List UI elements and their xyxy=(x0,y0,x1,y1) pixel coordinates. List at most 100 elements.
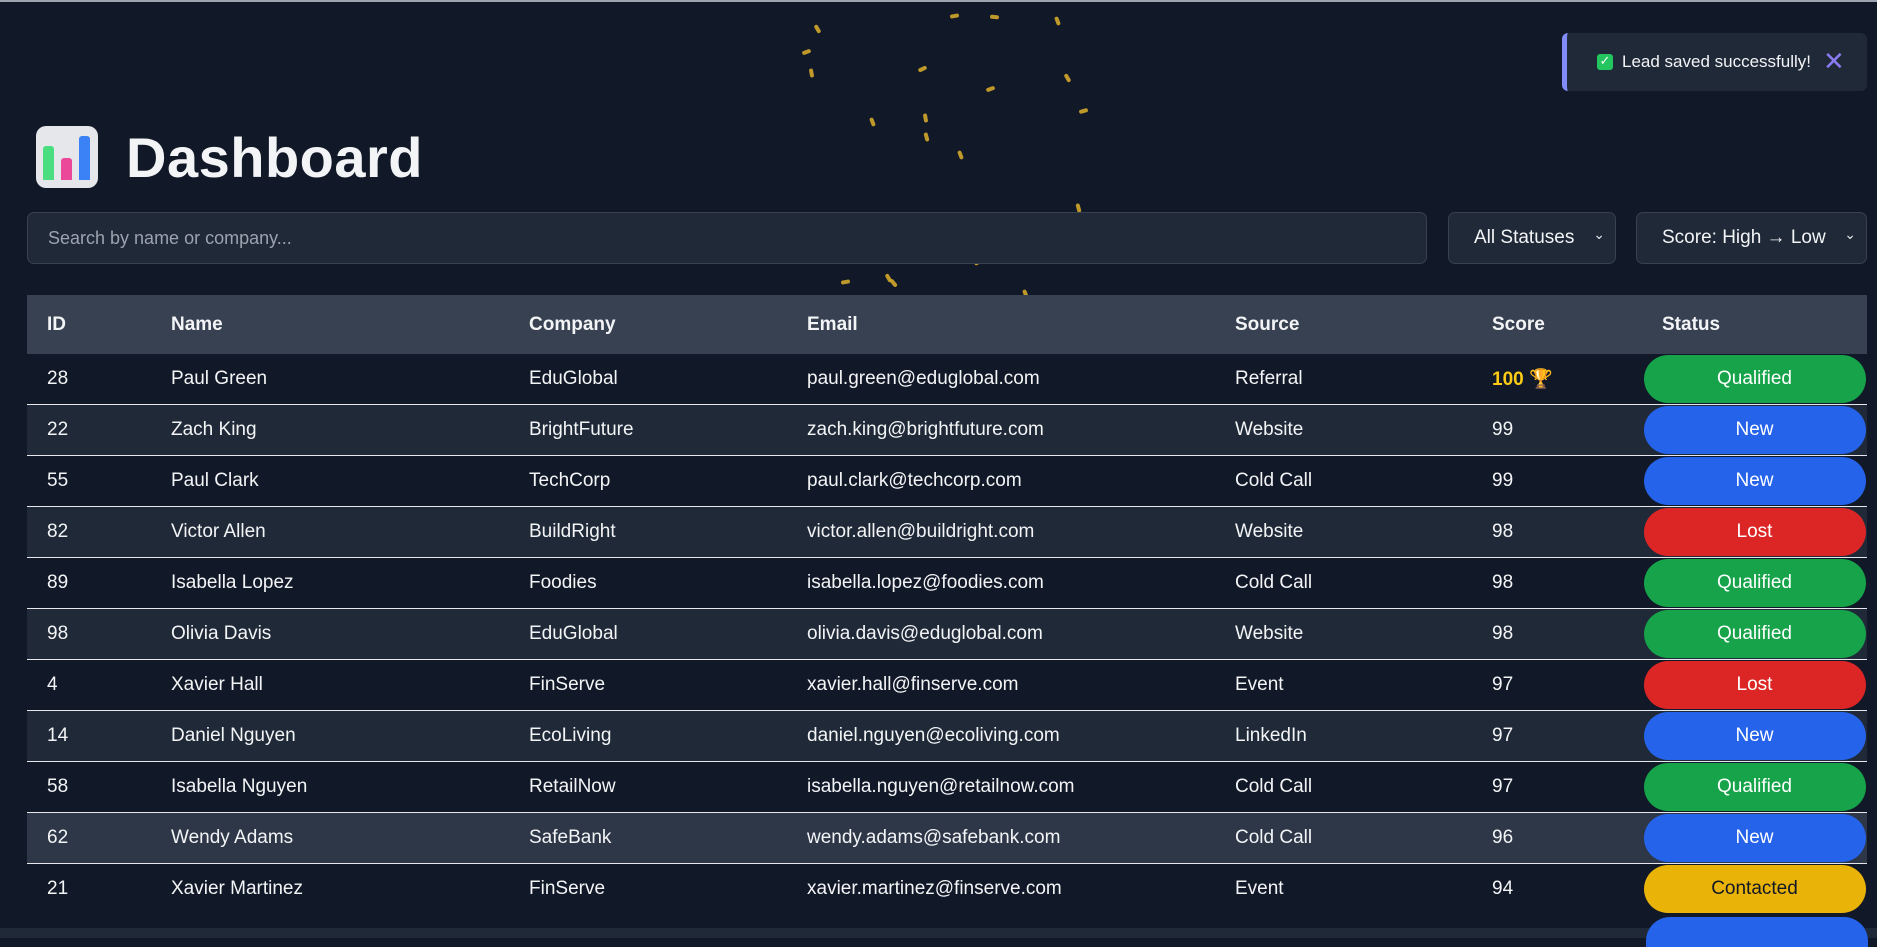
cell-score: 100 🏆 xyxy=(1492,369,1553,390)
table-row[interactable]: 4 Xavier Hall FinServe xavier.hall@finserve… xyxy=(27,659,1867,710)
toast-notification: ✓ Lead saved successfully! ✕ xyxy=(1562,33,1867,91)
status-pill xyxy=(1646,917,1868,947)
cell-company: FinServe xyxy=(529,878,606,899)
cell-status: Qualified xyxy=(1642,559,1867,607)
cell-status: Qualified xyxy=(1642,763,1867,811)
status-badge[interactable]: Lost xyxy=(1643,661,1866,709)
cell-email: isabella.nguyen@retailnow.com xyxy=(807,776,1075,797)
cell-id: 22 xyxy=(47,419,69,440)
sort-select[interactable]: Score: High → Low ⌄ xyxy=(1636,212,1867,264)
status-badge[interactable]: Qualified xyxy=(1643,763,1866,811)
status-badge[interactable]: Contacted xyxy=(1643,865,1866,913)
cell-id: 58 xyxy=(47,776,69,797)
status-badge[interactable]: New xyxy=(1643,457,1866,505)
status-badge[interactable]: New xyxy=(1643,406,1866,454)
table-row[interactable]: 58 Isabella Nguyen RetailNow isabella.nguye… xyxy=(27,761,1867,812)
cell-name: Olivia Davis xyxy=(171,623,272,644)
confetti-piece xyxy=(869,117,876,127)
cell-email: wendy.adams@safebank.com xyxy=(807,827,1061,848)
confetti-piece xyxy=(923,132,930,142)
column-header-source[interactable]: Source xyxy=(1215,314,1472,336)
confetti-piece xyxy=(1063,73,1072,83)
status-badge[interactable]: New xyxy=(1643,814,1866,862)
page-title: Dashboard xyxy=(126,125,423,189)
table-row[interactable]: 22 Zach King BrightFuture zach.king@brightf… xyxy=(27,404,1867,455)
status-badge[interactable]: Qualified xyxy=(1643,610,1866,658)
table-row[interactable]: 82 Victor Allen BuildRight victor.allen@bui… xyxy=(27,506,1867,557)
cell-source: Event xyxy=(1235,878,1284,899)
cell-id: 28 xyxy=(47,368,69,389)
column-header-name[interactable]: Name xyxy=(151,314,509,336)
cell-status: New xyxy=(1642,814,1867,862)
status-badge[interactable]: Qualified xyxy=(1643,559,1866,607)
cell-id: 4 xyxy=(47,674,58,695)
cell-name: Isabella Lopez xyxy=(171,572,294,593)
confetti-piece xyxy=(801,48,812,56)
cell-name: Victor Allen xyxy=(171,521,266,542)
cell-status: New xyxy=(1642,406,1867,454)
status-badge[interactable]: Lost xyxy=(1643,508,1866,556)
cell-company: EduGlobal xyxy=(529,368,618,389)
column-header-company[interactable]: Company xyxy=(509,314,787,336)
confetti-piece xyxy=(985,85,996,93)
cell-source: LinkedIn xyxy=(1235,725,1307,746)
table-row[interactable]: 98 Olivia Davis EduGlobal olivia.davis@edug… xyxy=(27,608,1867,659)
cell-name: Wendy Adams xyxy=(171,827,294,848)
sort-value: Score: High → Low xyxy=(1662,227,1826,248)
confetti-piece xyxy=(917,65,928,73)
status-filter-select[interactable]: All Statuses ⌄ xyxy=(1448,212,1616,264)
cell-source: Referral xyxy=(1235,368,1303,389)
cell-company: BuildRight xyxy=(529,521,616,542)
status-filter-value: All Statuses xyxy=(1474,227,1575,248)
column-header-id[interactable]: ID xyxy=(27,314,151,336)
search-input[interactable] xyxy=(27,212,1427,264)
checkmark-icon: ✓ xyxy=(1597,54,1613,70)
cell-email: isabella.lopez@foodies.com xyxy=(807,572,1044,593)
cell-company: BrightFuture xyxy=(529,419,634,440)
leads-table: ID Name Company Email Source Score Statu… xyxy=(27,295,1867,914)
column-header-score[interactable]: Score xyxy=(1472,314,1642,336)
cell-id: 21 xyxy=(47,878,69,899)
cell-source: Cold Call xyxy=(1235,776,1313,797)
confetti-piece xyxy=(957,150,964,160)
cell-status: Lost xyxy=(1642,508,1867,556)
cell-status: Qualified xyxy=(1642,355,1867,403)
table-row[interactable]: 89 Isabella Lopez Foodies isabella.lopez@fo… xyxy=(27,557,1867,608)
cell-source: Website xyxy=(1235,623,1304,644)
table-row[interactable]: 55 Paul Clark TechCorp paul.clark@techcorp.… xyxy=(27,455,1867,506)
cell-id: 82 xyxy=(47,521,69,542)
status-badge[interactable]: New xyxy=(1643,712,1866,760)
cell-email: olivia.davis@eduglobal.com xyxy=(807,623,1043,644)
table-row[interactable]: 21 Xavier Martinez FinServe xavier.martinez… xyxy=(27,863,1867,914)
confetti-piece xyxy=(1078,107,1089,115)
status-badge[interactable]: Qualified xyxy=(1643,355,1866,403)
cell-id: 14 xyxy=(47,725,69,746)
table-header: ID Name Company Email Source Score Statu… xyxy=(27,295,1867,354)
close-icon[interactable]: ✕ xyxy=(1823,49,1845,75)
cell-name: Isabella Nguyen xyxy=(171,776,308,797)
toast-message: Lead saved successfully! xyxy=(1622,52,1811,71)
table-row[interactable]: 28 Paul Green EduGlobal paul.green@edugloba… xyxy=(27,354,1867,404)
chevron-down-icon: ⌄ xyxy=(1844,227,1856,243)
table-row[interactable]: 14 Daniel Nguyen EcoLiving daniel.nguyen@ec… xyxy=(27,710,1867,761)
cell-status: New xyxy=(1642,457,1867,505)
cell-source: Website xyxy=(1235,521,1304,542)
confetti-piece xyxy=(949,13,960,19)
confetti-piece xyxy=(813,24,822,34)
column-header-status[interactable]: Status xyxy=(1642,314,1867,336)
cell-score: 96 xyxy=(1492,827,1514,848)
column-header-email[interactable]: Email xyxy=(787,314,1215,336)
cell-email: zach.king@brightfuture.com xyxy=(807,419,1044,440)
cell-score: 98 xyxy=(1492,572,1514,593)
table-row[interactable]: 62 Wendy Adams SafeBank wendy.adams@safeban… xyxy=(27,812,1867,863)
cell-source: Cold Call xyxy=(1235,827,1313,848)
cell-score: 97 xyxy=(1492,674,1514,695)
cell-company: EcoLiving xyxy=(529,725,612,746)
cell-score: 94 xyxy=(1492,878,1514,899)
bottom-strip xyxy=(0,928,1877,938)
confetti-piece xyxy=(1054,16,1061,26)
cell-company: EduGlobal xyxy=(529,623,618,644)
cell-name: Paul Clark xyxy=(171,470,259,491)
cell-status: New xyxy=(1642,712,1867,760)
cell-score: 98 xyxy=(1492,521,1514,542)
